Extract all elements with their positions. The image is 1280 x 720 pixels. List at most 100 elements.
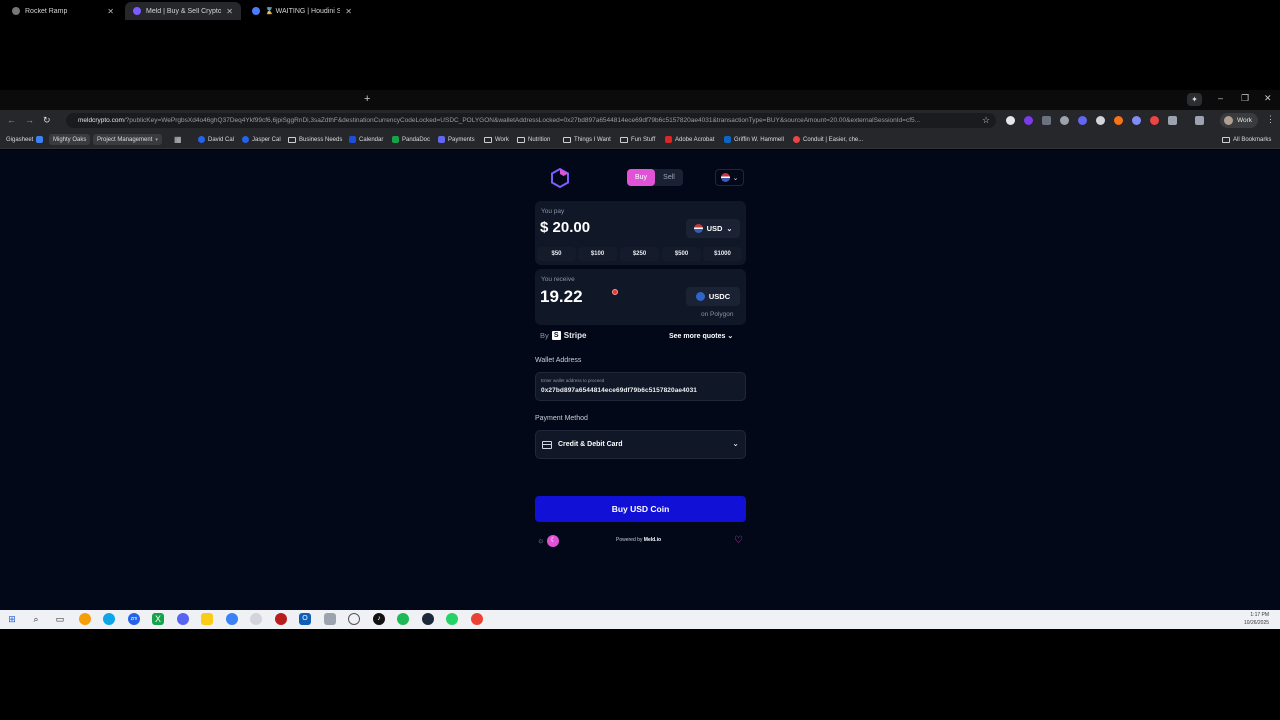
moon-icon[interactable]: ☾	[547, 534, 560, 547]
stripe-icon	[438, 136, 445, 143]
bookmark-david-cal[interactable]: David Cal	[198, 134, 234, 145]
menu-icon[interactable]: ⋮	[1266, 114, 1275, 125]
extension-icon[interactable]	[1024, 116, 1033, 125]
outlook-icon[interactable]: O	[299, 613, 311, 625]
new-tab-icon[interactable]: +	[364, 93, 370, 105]
excel-icon[interactable]: X	[152, 613, 164, 625]
bookmark-things-i-want[interactable]: Things I Want	[563, 134, 611, 145]
edge-icon[interactable]	[103, 613, 115, 625]
close-tab-icon[interactable]: ✕	[226, 7, 233, 16]
pay-amount-value: 20.00	[552, 219, 591, 236]
extension-google-icon[interactable]	[1006, 116, 1015, 125]
bookmark-nutrition[interactable]: Nutrition	[517, 134, 550, 145]
wallet-address-field[interactable]: Enter wallet address to proceed 0x27bd89…	[535, 372, 746, 401]
bookmark-gigasheet[interactable]: Gigasheet	[6, 134, 44, 145]
forward-icon[interactable]: →	[25, 114, 34, 126]
bookmark-label: Things I Want	[574, 136, 611, 143]
chrome-canary-icon[interactable]	[79, 613, 91, 625]
extensions-puzzle-icon[interactable]	[1168, 116, 1177, 125]
payment-method-select[interactable]: Credit & Debit Card ⌄	[535, 430, 746, 459]
bookmark-adobe-acrobat[interactable]: Adobe Acrobat	[665, 134, 714, 145]
gigasheet-icon	[36, 136, 44, 143]
app-icon[interactable]	[324, 613, 336, 625]
buy-usd-coin-button[interactable]: Buy USD Coin	[535, 496, 746, 522]
see-more-quotes-button[interactable]: See more quotes ⌄	[669, 332, 733, 340]
bookmark-label: Mighty Oaks	[53, 136, 87, 143]
folder-icon	[563, 136, 571, 143]
folder-icon	[288, 136, 296, 143]
file-explorer-icon[interactable]	[201, 613, 213, 625]
tab-houdini-swap[interactable]: ⌛ WAITING | Houdini Swap | S... ✕	[244, 2, 360, 20]
task-view-icon[interactable]: ▭	[54, 613, 66, 625]
restore-icon[interactable]: ❐	[1241, 93, 1249, 104]
whatsapp-icon[interactable]	[446, 613, 458, 625]
extension-icon[interactable]	[1150, 116, 1159, 125]
bookmark-label: Conduit | Easier, che...	[803, 136, 864, 143]
wallet-address-value: 0x27bd897a6544814ece69df79b6c5157820ae40…	[541, 387, 698, 394]
all-bookmarks[interactable]: All Bookmarks	[1222, 134, 1271, 145]
tiktok-icon[interactable]: ♪	[373, 613, 385, 625]
bookmark-payments[interactable]: Payments	[438, 134, 475, 145]
bookmark-mighty-oaks[interactable]: Mighty Oaks	[49, 134, 91, 145]
preset-50-button[interactable]: $50	[537, 247, 576, 261]
app-icon[interactable]	[275, 613, 287, 625]
spotify-icon[interactable]	[397, 613, 409, 625]
bookmark-griffin[interactable]: Griffin W. Hammell	[724, 134, 784, 145]
tab-bar	[0, 90, 1280, 110]
meld-favicon-icon	[133, 7, 141, 15]
extension-icon[interactable]	[1114, 116, 1123, 125]
app-icon[interactable]	[348, 613, 360, 625]
bookmark-project-management[interactable]: Project Management ▾	[93, 134, 162, 145]
sell-tab[interactable]: Sell	[655, 169, 683, 186]
extension-icon[interactable]	[1042, 116, 1051, 125]
extension-icon[interactable]	[1060, 116, 1069, 125]
address-bar[interactable]: meldcrypto.com/?publicKey=WePrgbsXd4o46g…	[66, 113, 996, 128]
preset-100-button[interactable]: $100	[578, 247, 617, 261]
bookmark-conduit[interactable]: Conduit | Easier, che...	[793, 134, 863, 145]
bookmark-fun-stuff[interactable]: Fun Stuff	[620, 134, 655, 145]
system-clock[interactable]: 1:17 PM 10/26/2025	[1244, 611, 1269, 627]
side-panel-icon[interactable]	[1195, 116, 1204, 125]
app-icon[interactable]	[250, 613, 262, 625]
bookmark-jasper-cal[interactable]: Jasper Cal	[242, 134, 281, 145]
extension-icon[interactable]	[1132, 116, 1141, 125]
discord-icon[interactable]	[177, 613, 189, 625]
zoom-icon[interactable]: zm	[128, 613, 140, 625]
start-icon[interactable]: ⊞	[6, 613, 18, 625]
theme-toggle[interactable]: ☼ ☾	[537, 534, 565, 547]
app-icon[interactable]	[226, 613, 238, 625]
bookmark-work[interactable]: Work	[484, 134, 509, 145]
apps-grid-icon[interactable]: ▦	[174, 134, 182, 145]
sun-icon[interactable]: ☼	[537, 536, 544, 545]
pay-currency-selector[interactable]: USD ⌄	[686, 219, 740, 238]
extension-icon[interactable]	[1096, 116, 1105, 125]
bookmark-star-icon[interactable]: ☆	[982, 115, 990, 126]
buy-tab[interactable]: Buy	[627, 169, 655, 186]
payment-method-label: Payment Method	[535, 415, 588, 422]
bookmark-pandadoc[interactable]: PandaDoc	[392, 134, 430, 145]
bookmark-business-needs[interactable]: Business Needs	[288, 134, 342, 145]
profile-button[interactable]: Work	[1220, 113, 1259, 128]
extension-icon[interactable]	[1078, 116, 1087, 125]
minimize-icon[interactable]: –	[1218, 93, 1223, 103]
search-icon[interactable]: ⌕	[30, 613, 42, 625]
close-window-icon[interactable]: ✕	[1264, 93, 1272, 104]
bookmark-calendar[interactable]: Calendar	[349, 134, 383, 145]
reload-icon[interactable]: ↻	[43, 114, 51, 126]
preset-1000-button[interactable]: $1000	[703, 247, 742, 261]
language-selector[interactable]: ⌄	[715, 169, 744, 186]
gemini-spark-icon[interactable]: ✦	[1187, 93, 1202, 106]
tab-meld[interactable]: Meld | Buy & Sell Crypto ✕	[125, 2, 241, 20]
back-icon[interactable]: ←	[7, 114, 16, 126]
tab-rocket-ramp[interactable]: Rocket Ramp ✕	[4, 2, 122, 20]
close-tab-icon[interactable]: ✕	[107, 7, 114, 16]
receive-amount: 19.22	[540, 287, 583, 306]
chevron-down-icon: ⌄	[732, 439, 739, 448]
chrome-icon[interactable]	[471, 613, 483, 625]
close-tab-icon[interactable]: ✕	[345, 7, 352, 16]
pay-amount[interactable]: $ 20.00	[540, 219, 590, 236]
steam-icon[interactable]	[422, 613, 434, 625]
preset-500-button[interactable]: $500	[662, 247, 701, 261]
preset-250-button[interactable]: $250	[620, 247, 659, 261]
receive-currency-selector[interactable]: USDC	[686, 287, 740, 306]
